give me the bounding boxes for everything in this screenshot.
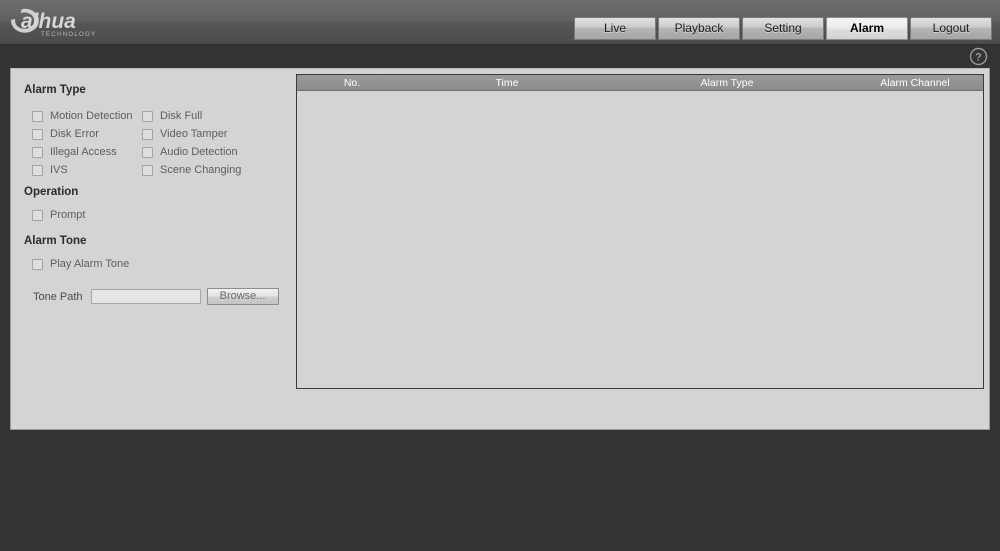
- checkbox-label: Prompt: [50, 209, 86, 221]
- checkbox-box[interactable]: [32, 164, 43, 176]
- checkbox-play-alarm-tone[interactable]: Play Alarm Tone: [32, 258, 129, 270]
- tone-path-input[interactable]: [90, 289, 201, 304]
- checkbox-label: Play Alarm Tone: [50, 258, 130, 270]
- alarm-table-header-row: No. Time Alarm Type Alarm Channel: [297, 75, 983, 91]
- checkbox-motion-detection[interactable]: Motion Detection: [32, 110, 142, 122]
- checkbox-disk-full[interactable]: Disk Full: [142, 110, 272, 122]
- operation-checkbox-group: Prompt: [32, 209, 85, 221]
- checkbox-box[interactable]: [32, 128, 43, 140]
- checkbox-ivs[interactable]: IVS: [32, 164, 142, 176]
- tab-logout[interactable]: Logout: [910, 17, 992, 40]
- checkbox-box[interactable]: [32, 209, 43, 221]
- alarm-log-table: No. Time Alarm Type Alarm Channel: [296, 74, 984, 389]
- column-header-time: Time: [495, 76, 519, 89]
- tone-path-label: Tone Path: [33, 290, 83, 303]
- tab-live[interactable]: Live: [574, 17, 656, 40]
- help-icon[interactable]: ?: [969, 47, 988, 66]
- checkbox-scene-changing[interactable]: Scene Changing: [142, 164, 272, 176]
- checkbox-label: Illegal Access: [50, 146, 117, 158]
- browse-button[interactable]: Browse...: [206, 288, 279, 305]
- checkbox-video-tamper[interactable]: Video Tamper: [142, 128, 272, 140]
- alarm-content-panel: Alarm Type Motion Detection Disk Full Di…: [10, 68, 990, 430]
- checkbox-box[interactable]: [32, 110, 43, 122]
- operation-section-title: Operation: [24, 186, 79, 198]
- dahua-logo: alhua TECHNOLOGY: [8, 4, 128, 40]
- checkbox-audio-detection[interactable]: Audio Detection: [142, 146, 272, 158]
- checkbox-label: IVS: [50, 164, 68, 176]
- sub-header-strip: ?: [0, 45, 1000, 68]
- checkbox-box[interactable]: [142, 128, 153, 140]
- tab-setting[interactable]: Setting: [742, 17, 824, 40]
- column-header-alarm-channel: Alarm Channel: [880, 76, 950, 89]
- alarm-settings-column: Alarm Type Motion Detection Disk Full Di…: [16, 75, 291, 425]
- checkbox-prompt[interactable]: Prompt: [32, 209, 85, 221]
- checkbox-label: Motion Detection: [50, 110, 133, 122]
- alarm-type-checkbox-grid: Motion Detection Disk Full Disk Error Vi…: [32, 107, 282, 179]
- checkbox-box[interactable]: [32, 146, 43, 158]
- checkbox-box[interactable]: [32, 258, 43, 270]
- main-navigation-tabs: Live Playback Setting Alarm Logout: [574, 17, 992, 40]
- alarm-type-section-title: Alarm Type: [24, 84, 86, 96]
- column-header-alarm-type: Alarm Type: [700, 76, 754, 89]
- checkbox-label: Disk Error: [50, 128, 99, 140]
- svg-text:?: ?: [975, 52, 982, 64]
- alarm-tone-section-title: Alarm Tone: [24, 235, 87, 247]
- tab-playback[interactable]: Playback: [658, 17, 740, 40]
- checkbox-label: Video Tamper: [160, 128, 228, 140]
- svg-text:alhua: alhua: [21, 10, 76, 33]
- checkbox-label: Scene Changing: [160, 164, 242, 176]
- checkbox-box[interactable]: [142, 110, 153, 122]
- svg-text:TECHNOLOGY: TECHNOLOGY: [41, 31, 96, 38]
- checkbox-box[interactable]: [142, 146, 153, 158]
- tone-path-row: Tone Path Browse...: [33, 288, 279, 305]
- alarm-tone-checkbox-group: Play Alarm Tone: [32, 258, 129, 270]
- top-header-bar: alhua TECHNOLOGY Live Playback Setting A…: [0, 0, 1000, 45]
- checkbox-label: Audio Detection: [160, 146, 238, 158]
- checkbox-box[interactable]: [142, 164, 153, 176]
- checkbox-disk-error[interactable]: Disk Error: [32, 128, 142, 140]
- alarm-table-body[interactable]: [297, 91, 983, 388]
- tab-alarm[interactable]: Alarm: [826, 17, 908, 40]
- checkbox-label: Disk Full: [160, 110, 203, 122]
- checkbox-illegal-access[interactable]: Illegal Access: [32, 146, 142, 158]
- column-header-no: No.: [343, 76, 361, 89]
